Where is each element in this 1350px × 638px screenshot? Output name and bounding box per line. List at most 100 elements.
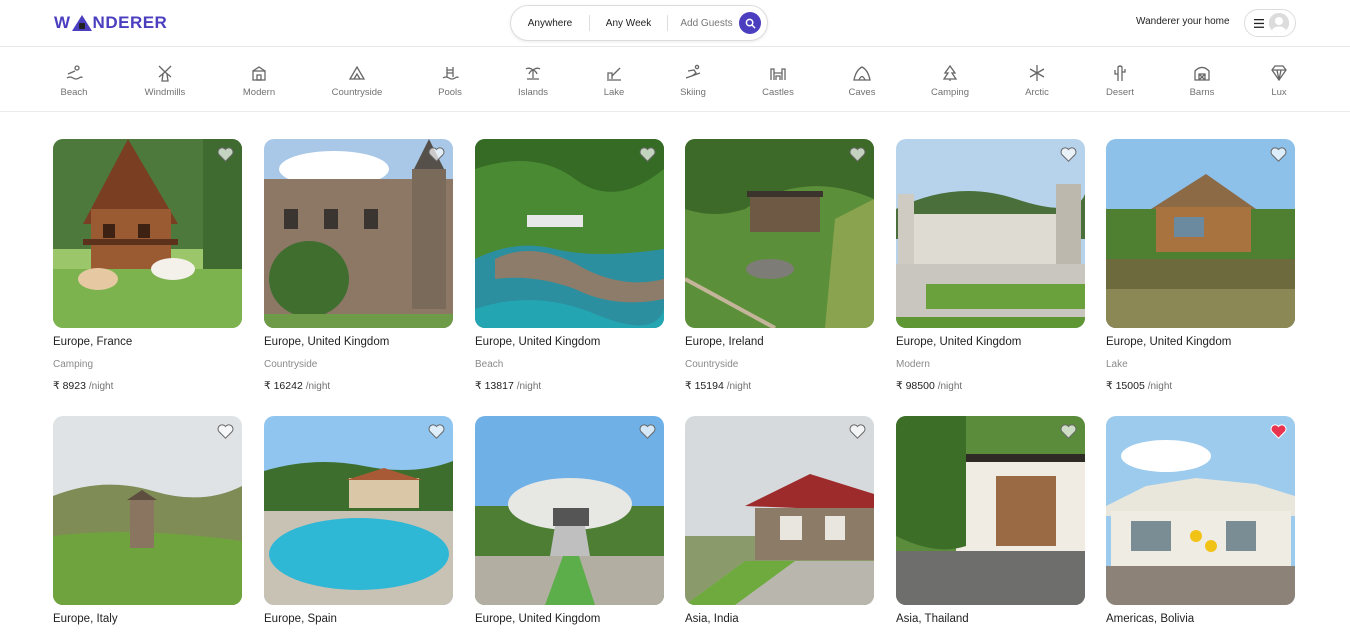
listing-photo: [475, 139, 664, 328]
category-caves[interactable]: Caves: [822, 64, 902, 98]
listing-card[interactable]: Americas, Bolivia: [1106, 416, 1295, 625]
favorite-heart-icon[interactable]: [639, 147, 656, 162]
search-where[interactable]: Anywhere: [511, 6, 589, 40]
category-label: Desert: [1106, 87, 1134, 98]
windmill-icon: [158, 65, 172, 82]
price-amount: ₹ 15194: [685, 380, 724, 392]
price-unit: /night: [937, 381, 963, 392]
listing-photo: [264, 139, 453, 328]
category-label: Beach: [60, 87, 88, 98]
search-when[interactable]: Any Week: [589, 15, 667, 31]
listing-image[interactable]: [896, 416, 1085, 605]
listing-location[interactable]: Europe, Italy: [53, 613, 242, 625]
listing-image[interactable]: [685, 139, 874, 328]
category-modern[interactable]: Modern: [219, 64, 299, 98]
listing-price: ₹ 15194 /night: [685, 380, 874, 392]
category-lux[interactable]: Lux: [1239, 64, 1319, 98]
listing-image[interactable]: [264, 139, 453, 328]
user-menu-button[interactable]: [1244, 9, 1296, 37]
listing-image[interactable]: [264, 416, 453, 605]
favorite-heart-icon[interactable]: [1270, 424, 1287, 439]
listing-location[interactable]: Europe, United Kingdom: [896, 336, 1085, 348]
listing-card[interactable]: Europe, United Kingdom: [475, 416, 664, 625]
listing-card[interactable]: Asia, India: [685, 416, 874, 625]
listing-photo: [896, 139, 1085, 328]
listing-card[interactable]: Europe, United Kingdom Countryside ₹ 162…: [264, 139, 453, 392]
listing-location[interactable]: Europe, Ireland: [685, 336, 874, 348]
category-barns[interactable]: Barns: [1162, 64, 1242, 98]
favorite-heart-icon[interactable]: [639, 424, 656, 439]
favorite-heart-icon[interactable]: [428, 147, 445, 162]
listing-image[interactable]: [475, 416, 664, 605]
favorite-heart-icon[interactable]: [1060, 147, 1077, 162]
listing-location[interactable]: Asia, India: [685, 613, 874, 625]
listing-image[interactable]: [1106, 139, 1295, 328]
listing-card[interactable]: Europe, Ireland Countryside ₹ 15194 /nig…: [685, 139, 874, 392]
lake-icon: [607, 67, 621, 81]
listing-image[interactable]: [896, 139, 1085, 328]
listing-location[interactable]: Americas, Bolivia: [1106, 613, 1295, 625]
listing-image[interactable]: [685, 416, 874, 605]
logo-suitcase-icon: [71, 15, 92, 31]
category-countryside[interactable]: Countryside: [317, 64, 397, 98]
favorite-heart-icon[interactable]: [1060, 424, 1077, 439]
countryside-icon: [348, 65, 366, 80]
listing-photo: [1106, 416, 1295, 605]
category-arctic[interactable]: Arctic: [997, 64, 1077, 98]
host-link[interactable]: Wanderer your home: [1136, 16, 1230, 27]
listing-card[interactable]: Europe, France Camping ₹ 8923 /night: [53, 139, 242, 392]
search-button[interactable]: [739, 12, 761, 34]
price-unit: /night: [516, 381, 542, 392]
category-label: Windmills: [144, 87, 186, 98]
skiing-icon: [685, 64, 701, 79]
search-bar[interactable]: Anywhere Any Week Add Guests: [510, 5, 768, 41]
category-skiing[interactable]: Skiing: [653, 64, 733, 98]
favorite-heart-icon[interactable]: [1270, 147, 1287, 162]
cactus-icon: [1114, 65, 1126, 81]
listing-location[interactable]: Europe, United Kingdom: [475, 336, 664, 348]
listing-image[interactable]: [475, 139, 664, 328]
category-beach[interactable]: Beach: [34, 64, 114, 98]
search-guests[interactable]: Add Guests: [667, 15, 745, 31]
listing-location[interactable]: Europe, United Kingdom: [1106, 336, 1295, 348]
category-pools[interactable]: Pools: [410, 64, 490, 98]
listing-image[interactable]: [53, 139, 242, 328]
listing-location[interactable]: Europe, United Kingdom: [475, 613, 664, 625]
favorite-heart-icon[interactable]: [217, 147, 234, 162]
favorite-heart-icon[interactable]: [217, 424, 234, 439]
favorite-heart-icon[interactable]: [849, 424, 866, 439]
favorite-heart-icon[interactable]: [428, 424, 445, 439]
category-label: Barns: [1189, 87, 1215, 98]
category-label: Camping: [930, 87, 970, 98]
category-label: Modern: [242, 87, 276, 98]
listing-location[interactable]: Europe, Spain: [264, 613, 453, 625]
listing-category: Countryside: [685, 359, 739, 370]
listing-card[interactable]: Europe, United Kingdom Lake ₹ 15005 /nig…: [1106, 139, 1295, 392]
brand-logo-text-start: W: [54, 13, 71, 32]
category-castles[interactable]: Castles: [738, 64, 818, 98]
category-label: Countryside: [331, 87, 383, 98]
price-amount: ₹ 13817: [475, 380, 514, 392]
category-camping[interactable]: Camping: [910, 64, 990, 98]
listing-image[interactable]: [1106, 416, 1295, 605]
listing-card[interactable]: Europe, United Kingdom Modern ₹ 98500 /n…: [896, 139, 1085, 392]
hamburger-icon: [1254, 18, 1264, 28]
category-lake[interactable]: Lake: [574, 64, 654, 98]
listing-location[interactable]: Europe, France: [53, 336, 242, 348]
listing-image[interactable]: [53, 416, 242, 605]
category-islands[interactable]: Islands: [493, 64, 573, 98]
listing-card[interactable]: Europe, Spain: [264, 416, 453, 625]
listing-card[interactable]: Europe, United Kingdom Beach ₹ 13817 /ni…: [475, 139, 664, 392]
listing-card[interactable]: Asia, Thailand: [896, 416, 1085, 625]
category-windmills[interactable]: Windmills: [125, 64, 205, 98]
island-icon: [525, 67, 541, 80]
listing-location[interactable]: Asia, Thailand: [896, 613, 1085, 625]
listing-category: Camping: [53, 359, 94, 370]
brand-logo[interactable]: W NDERER: [54, 13, 167, 33]
search-icon: [745, 18, 756, 29]
listing-card[interactable]: Europe, Italy: [53, 416, 242, 625]
category-desert[interactable]: Desert: [1080, 64, 1160, 98]
favorite-heart-icon[interactable]: [849, 147, 866, 162]
listing-photo: [475, 416, 664, 605]
listing-location[interactable]: Europe, United Kingdom: [264, 336, 453, 348]
